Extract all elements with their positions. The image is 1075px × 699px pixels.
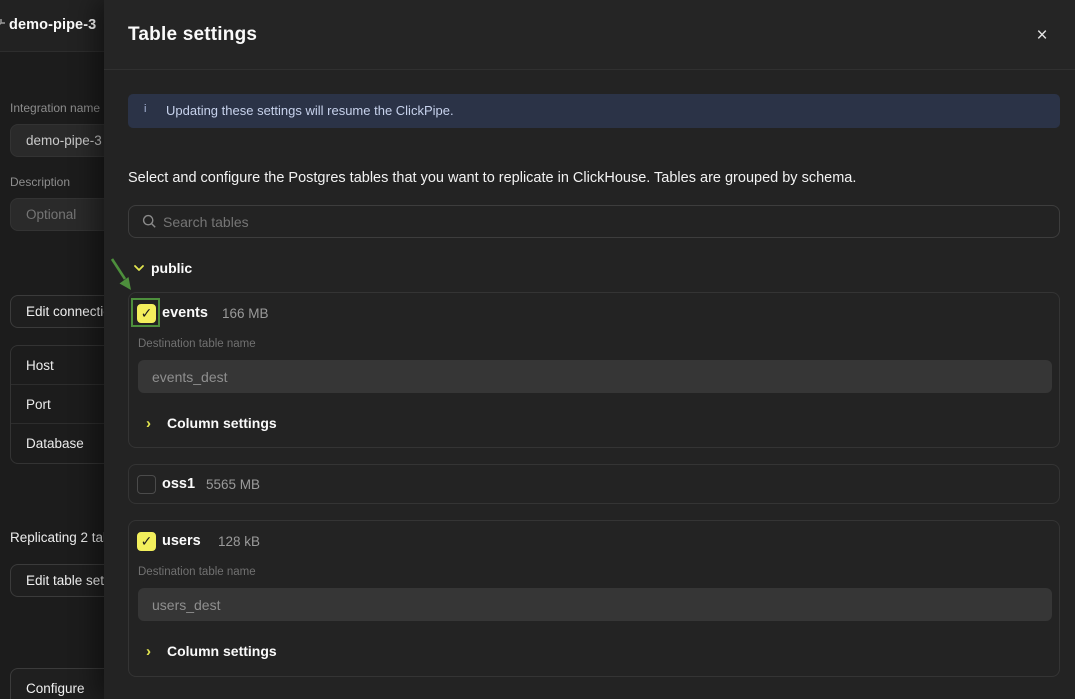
table-settings-modal: Table settings × i Updating these settin…: [104, 0, 1075, 699]
table-size: 5565 MB: [206, 477, 260, 492]
chevron-right-icon: ›: [146, 414, 151, 434]
checkbox-oss1[interactable]: ✓: [137, 475, 156, 494]
column-settings-label: Column settings: [167, 415, 277, 431]
integration-name-label: Integration name: [10, 101, 100, 115]
search-input[interactable]: [163, 206, 1043, 237]
table-card-events: ✓ events 166 MB Destination table name ›…: [128, 292, 1060, 448]
search-box: [128, 205, 1060, 238]
column-settings-label: Column settings: [167, 643, 277, 659]
destination-table-input[interactable]: [138, 360, 1052, 393]
table-size: 166 MB: [222, 306, 269, 321]
table-card-oss1: ✓ oss1 5565 MB: [128, 464, 1060, 504]
table-name: events: [162, 305, 208, 321]
pipe-title: demo-pipe-3: [9, 17, 96, 33]
info-icon: i: [144, 103, 146, 115]
close-icon[interactable]: ×: [1031, 25, 1053, 47]
modal-header: Table settings ×: [104, 0, 1075, 70]
table-name: oss1: [162, 476, 195, 492]
table-name: users: [162, 533, 201, 549]
chevron-down-icon: [133, 264, 145, 272]
modal-description: Select and configure the Postgres tables…: [128, 170, 856, 186]
description-label: Description: [10, 175, 70, 189]
check-icon: ✓: [138, 533, 155, 550]
pipe-icon: [0, 16, 8, 35]
schema-name: public: [151, 260, 192, 276]
chevron-right-icon: ›: [146, 642, 151, 662]
screen: demo-pipe-3 Integration name Description…: [0, 0, 1075, 699]
checkbox-users[interactable]: ✓: [137, 532, 156, 551]
info-banner-text: Updating these settings will resume the …: [166, 103, 454, 118]
table-card-users: ✓ users 128 kB Destination table name › …: [128, 520, 1060, 677]
checkbox-events[interactable]: ✓: [137, 304, 156, 323]
check-icon: ✓: [138, 305, 155, 322]
search-icon: [142, 214, 157, 229]
modal-title: Table settings: [128, 24, 257, 46]
table-size: 128 kB: [218, 534, 260, 549]
destination-table-label: Destination table name: [138, 566, 256, 578]
info-banner: i Updating these settings will resume th…: [128, 94, 1060, 128]
destination-table-input[interactable]: [138, 588, 1052, 621]
destination-table-label: Destination table name: [138, 338, 256, 350]
